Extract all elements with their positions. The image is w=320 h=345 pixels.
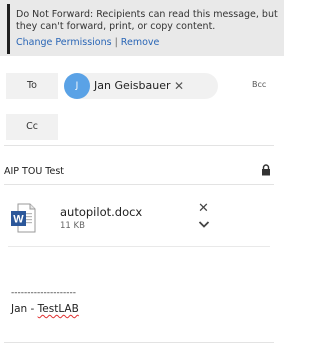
attachment-card[interactable] bbox=[8, 192, 270, 247]
signature-separator: -------------------- bbox=[11, 288, 76, 298]
remove-recipient-icon[interactable]: ✕ bbox=[174, 73, 184, 99]
lock-icon bbox=[262, 164, 270, 176]
signature: Jan - TestLAB bbox=[11, 303, 79, 315]
remove-attachment-icon[interactable]: ✕ bbox=[198, 201, 209, 216]
banner-accent-bar bbox=[7, 4, 10, 54]
banner-links: Change Permissions | Remove bbox=[16, 37, 159, 49]
chevron-down-icon[interactable] bbox=[198, 219, 210, 229]
banner-message: Do Not Forward: Recipients can read this… bbox=[16, 9, 278, 32]
bcc-button[interactable]: Bcc bbox=[252, 80, 266, 89]
signature-prefix: Jan - bbox=[11, 303, 38, 315]
recipient-chip[interactable]: J Jan Geisbauer ✕ bbox=[64, 73, 218, 99]
change-permissions-link[interactable]: Change Permissions bbox=[16, 37, 112, 48]
svg-text:W: W bbox=[13, 214, 24, 226]
recipient-name: Jan Geisbauer bbox=[94, 79, 171, 92]
body-divider bbox=[4, 342, 274, 343]
remove-link[interactable]: Remove bbox=[121, 37, 160, 48]
attachment-divider bbox=[8, 246, 270, 247]
cc-divider bbox=[4, 145, 274, 146]
attachment-name: autopilot.docx bbox=[60, 205, 143, 219]
cc-button[interactable]: Cc bbox=[6, 114, 58, 140]
signature-name: TestLAB bbox=[37, 303, 79, 315]
subject-divider bbox=[4, 184, 274, 185]
word-document-icon: W bbox=[11, 203, 36, 233]
subject-field[interactable]: AIP TOU Test bbox=[4, 166, 64, 177]
attachment-size: 11 KB bbox=[60, 221, 85, 231]
banner-link-separator: | bbox=[114, 37, 118, 48]
to-button[interactable]: To bbox=[6, 73, 58, 99]
permission-banner: Do Not Forward: Recipients can read this… bbox=[0, 0, 284, 56]
avatar: J bbox=[64, 73, 90, 99]
